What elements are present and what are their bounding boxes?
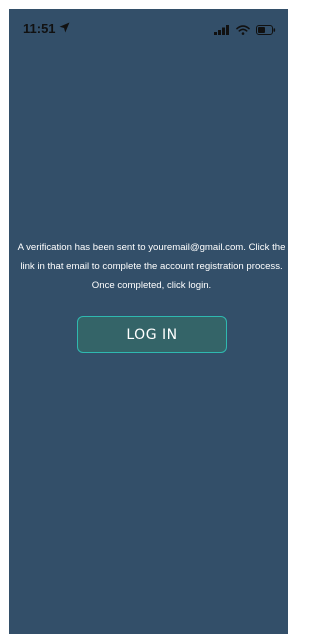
- cellular-signal-icon: [214, 22, 230, 40]
- status-time-group: 11:51: [23, 21, 70, 36]
- battery-icon: [256, 22, 276, 40]
- location-arrow-icon: [59, 21, 70, 36]
- log-in-button[interactable]: LOG IN: [77, 316, 227, 353]
- app-screen: 11:51 A verification has been sent to yo…: [9, 9, 288, 634]
- status-time: 11:51: [23, 21, 56, 36]
- status-icons: [214, 22, 276, 40]
- wifi-icon: [236, 22, 250, 40]
- verification-message: A verification has been sent to youremai…: [17, 242, 286, 291]
- status-bar: 11:51: [9, 9, 288, 49]
